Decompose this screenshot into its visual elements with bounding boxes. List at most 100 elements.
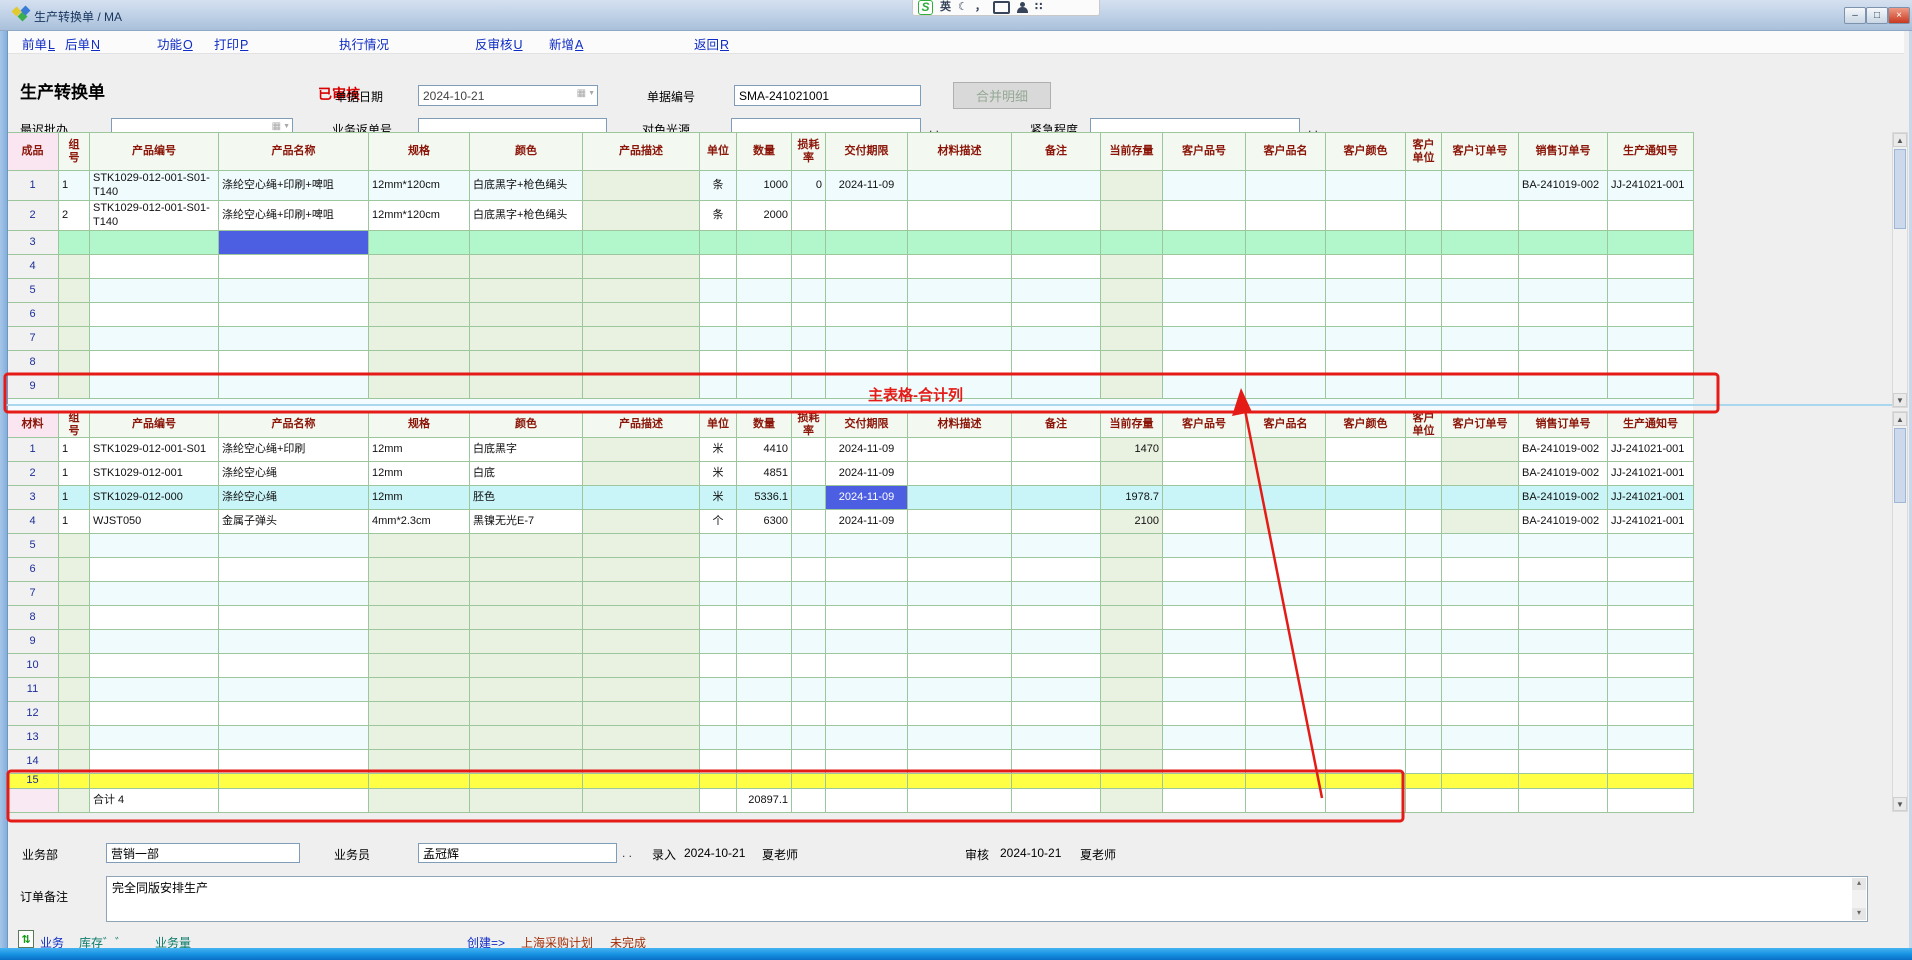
- grid-cell[interactable]: [1519, 351, 1608, 375]
- grid-cell[interactable]: [1012, 279, 1101, 303]
- grid-cell[interactable]: [369, 558, 470, 582]
- grid-cell[interactable]: [1012, 486, 1101, 510]
- grid-cell[interactable]: 1000: [737, 171, 792, 201]
- grid-cell[interactable]: [1012, 351, 1101, 375]
- grid-cell[interactable]: [1246, 171, 1326, 201]
- grid-cell[interactable]: [826, 303, 908, 327]
- grid-cell[interactable]: [700, 606, 737, 630]
- grid-cell[interactable]: [908, 486, 1012, 510]
- grid-cell[interactable]: STK1029-012-001-S01-T140: [90, 171, 219, 201]
- clerk-input[interactable]: [418, 843, 617, 863]
- grid-cell[interactable]: [1519, 726, 1608, 750]
- grid-cell[interactable]: [369, 255, 470, 279]
- grid-cell[interactable]: [1163, 438, 1246, 462]
- grid-cell[interactable]: [470, 303, 583, 327]
- grid-cell[interactable]: STK1029-012-001-S01-T140: [90, 201, 219, 231]
- grid-cell[interactable]: [59, 231, 90, 255]
- grid-cell[interactable]: [59, 726, 90, 750]
- grid-cell[interactable]: [1406, 462, 1442, 486]
- grid-cell[interactable]: [219, 606, 369, 630]
- grid-cell[interactable]: [737, 303, 792, 327]
- grid-cell[interactable]: [1519, 774, 1608, 789]
- grid-cell[interactable]: [90, 255, 219, 279]
- grid-cell[interactable]: [826, 558, 908, 582]
- grid-cell[interactable]: [1246, 582, 1326, 606]
- top-table-scrollbar[interactable]: ▲ ▼: [1892, 132, 1908, 408]
- grid-cell[interactable]: [1246, 654, 1326, 678]
- grid-cell[interactable]: [1163, 678, 1246, 702]
- grid-cell[interactable]: 米: [700, 486, 737, 510]
- grid-cell[interactable]: [1246, 678, 1326, 702]
- grid-cell[interactable]: [219, 654, 369, 678]
- grid-cell[interactable]: [1163, 750, 1246, 774]
- grid-cell[interactable]: [792, 462, 826, 486]
- grid-cell[interactable]: [700, 678, 737, 702]
- grid-cell[interactable]: [737, 558, 792, 582]
- ime-logo-icon[interactable]: S: [918, 0, 933, 15]
- grid-cell[interactable]: [369, 750, 470, 774]
- grid-cell[interactable]: [792, 534, 826, 558]
- grid-cell[interactable]: [369, 231, 470, 255]
- grid-cell[interactable]: [1101, 327, 1163, 351]
- grid-cell[interactable]: [1406, 582, 1442, 606]
- grid-cell[interactable]: [1246, 630, 1326, 654]
- order-remark-input[interactable]: 完全同版安排生产 ▴ ▾: [106, 876, 1868, 922]
- grid-cell[interactable]: [1608, 654, 1694, 678]
- remark-scrollbar[interactable]: ▴ ▾: [1852, 878, 1866, 920]
- grid-cell[interactable]: 白底: [470, 462, 583, 486]
- grid-cell[interactable]: [1326, 678, 1406, 702]
- grid-cell[interactable]: [1246, 351, 1326, 375]
- grid-cell[interactable]: [1406, 438, 1442, 462]
- grid-cell[interactable]: [1101, 375, 1163, 399]
- grid-cell[interactable]: [908, 327, 1012, 351]
- grid-cell[interactable]: [470, 726, 583, 750]
- grid-cell[interactable]: [908, 606, 1012, 630]
- grid-cell[interactable]: [1442, 582, 1519, 606]
- grid-cell[interactable]: [1326, 351, 1406, 375]
- grid-cell[interactable]: [1012, 201, 1101, 231]
- grid-cell[interactable]: [700, 558, 737, 582]
- grid-cell[interactable]: [1246, 438, 1326, 462]
- grid-cell[interactable]: [826, 201, 908, 231]
- grid-cell[interactable]: [1101, 654, 1163, 678]
- grid-cell[interactable]: [1442, 630, 1519, 654]
- grid-cell[interactable]: [792, 201, 826, 231]
- grid-cell[interactable]: [908, 726, 1012, 750]
- grid-cell[interactable]: [1519, 702, 1608, 726]
- grid-cell[interactable]: 涤纶空心绳: [219, 462, 369, 486]
- grid-cell[interactable]: [1442, 789, 1519, 813]
- scrollbar-thumb[interactable]: [1894, 149, 1906, 229]
- grid-cell[interactable]: [1326, 327, 1406, 351]
- grid-cell[interactable]: [826, 279, 908, 303]
- grid-cell[interactable]: [792, 630, 826, 654]
- grid-cell[interactable]: [59, 606, 90, 630]
- grid-cell[interactable]: [700, 375, 737, 399]
- grid-cell[interactable]: [1442, 171, 1519, 201]
- grid-cell[interactable]: [826, 606, 908, 630]
- ime-keyboard-icon[interactable]: [993, 1, 1010, 14]
- grid-cell[interactable]: [583, 231, 700, 255]
- grid-cell[interactable]: 12mm: [369, 438, 470, 462]
- scroll-up-icon[interactable]: ▴: [1852, 878, 1866, 890]
- grid-cell[interactable]: [792, 726, 826, 750]
- grid-cell[interactable]: [1246, 774, 1326, 789]
- grid-cell[interactable]: 6300: [737, 510, 792, 534]
- grid-cell[interactable]: [1406, 726, 1442, 750]
- scroll-down-icon[interactable]: ▼: [1893, 393, 1907, 407]
- grid-cell[interactable]: [470, 630, 583, 654]
- grid-cell[interactable]: [1406, 279, 1442, 303]
- grid-cell[interactable]: [1101, 774, 1163, 789]
- grid-cell[interactable]: [1406, 255, 1442, 279]
- grid-cell[interactable]: [1101, 750, 1163, 774]
- grid-cell[interactable]: [700, 630, 737, 654]
- grid-cell[interactable]: [826, 789, 908, 813]
- grid-cell[interactable]: 2024-11-09: [826, 462, 908, 486]
- grid-cell[interactable]: JJ-241021-001: [1608, 486, 1694, 510]
- grid-cell[interactable]: [219, 558, 369, 582]
- grid-cell[interactable]: [1442, 510, 1519, 534]
- grid-cell[interactable]: [1246, 510, 1326, 534]
- grid-cell[interactable]: [470, 702, 583, 726]
- grid-cell[interactable]: [470, 678, 583, 702]
- grid-cell[interactable]: [700, 255, 737, 279]
- grid-cell[interactable]: [908, 303, 1012, 327]
